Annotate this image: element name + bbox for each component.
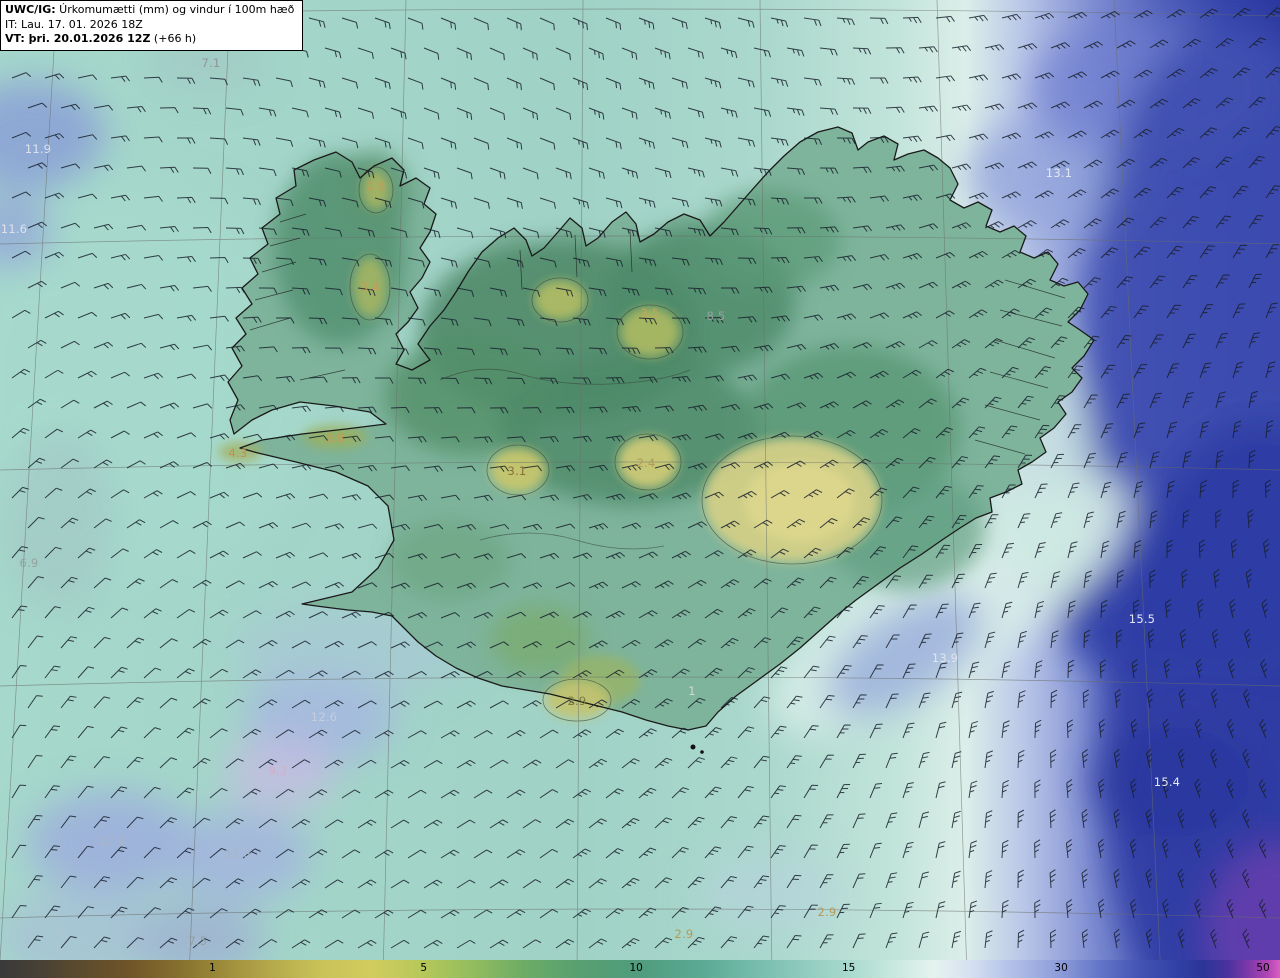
model-label: UWC/IG: bbox=[5, 3, 56, 16]
weather-map-stage: 7.1 11.9 2.8 13.1 11.6 3.4 3.5 8.5 3.8 4.3 3.1 2.4 6… bbox=[0, 0, 1280, 978]
valid-time-line: VT: þri. 20.01.2026 12Z (+66 h) bbox=[5, 32, 294, 47]
colorbar-tick: 5 bbox=[420, 962, 428, 974]
precipitation-colorbar: 1 5 10 15 30 50 bbox=[0, 960, 1280, 978]
colorbar-tick: 15 bbox=[841, 962, 856, 974]
map-title-box: UWC/IG: Úrkomumætti (mm) og vindur í 100… bbox=[0, 0, 304, 52]
colorbar-tick: 30 bbox=[1054, 962, 1068, 974]
forecast-lead: (+66 h) bbox=[150, 32, 197, 46]
map-title: Úrkomumætti (mm) og vindur í 100m hæð bbox=[55, 3, 295, 16]
iceland-precipitation-wind-map bbox=[0, 0, 1280, 978]
title-line: UWC/IG: Úrkomumætti (mm) og vindur í 100… bbox=[5, 3, 294, 18]
colorbar-tick: 10 bbox=[629, 962, 643, 974]
valid-time: VT: þri. 20.01.2026 12Z bbox=[5, 32, 151, 46]
init-time: IT: Lau. 17. 01. 2026 18Z bbox=[5, 17, 143, 31]
colorbar-tick: 50 bbox=[1256, 962, 1270, 974]
colorbar-tick: 1 bbox=[209, 962, 216, 974]
